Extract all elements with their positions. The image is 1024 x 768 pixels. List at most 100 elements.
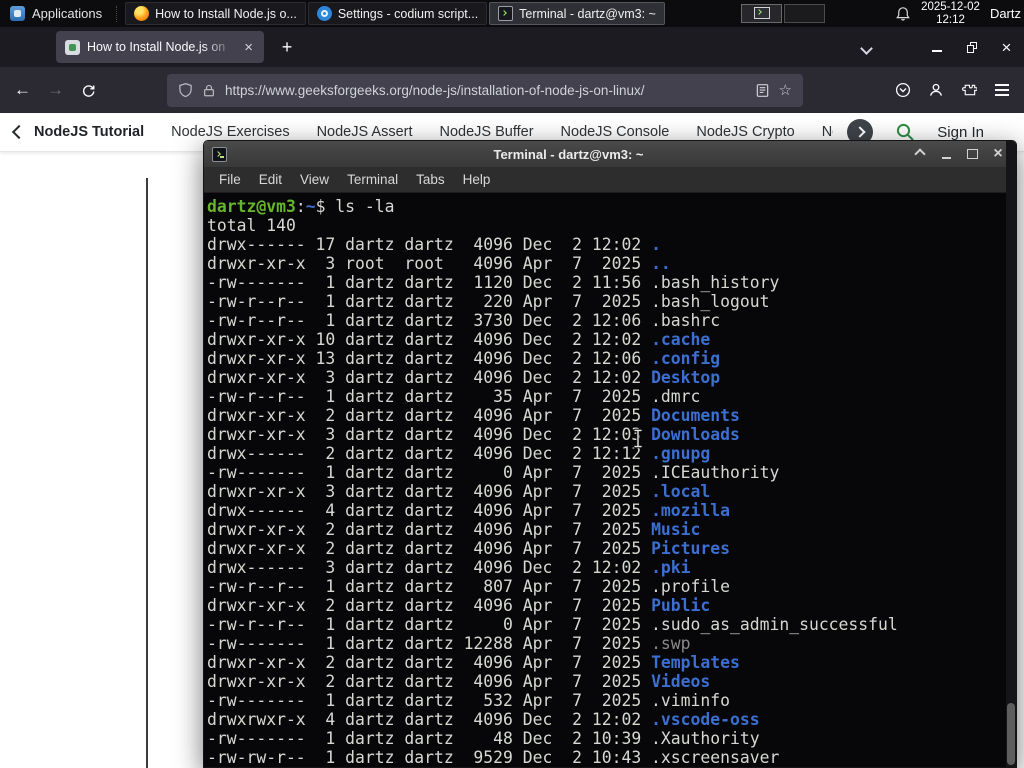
terminal-line: drwx------ 17 dartz dartz 4096 Dec 2 12:… [207, 235, 661, 254]
notification-bell-button[interactable] [891, 0, 915, 27]
terminal-line: drwxrwxr-x 4 dartz dartz 4096 Dec 2 12:0… [207, 710, 760, 729]
new-tab-button[interactable]: + [274, 34, 300, 60]
tab-title: How to Install Node.js on [87, 40, 226, 54]
terminal-close-button[interactable]: × [988, 144, 1008, 164]
settings-icon [316, 6, 332, 21]
terminal-line: drwxr-xr-x 3 root root 4096 Apr 7 2025 .… [207, 254, 671, 273]
terminal-icon [212, 146, 227, 162]
workspace-pager[interactable] [741, 4, 826, 23]
taskbar-button-terminal[interactable]: Terminal - dartz@vm3: ~ [489, 2, 665, 25]
minimize-button[interactable] [919, 27, 954, 67]
panel-user-label[interactable]: Dartz [990, 6, 1021, 21]
terminal-title-bar[interactable]: Terminal - dartz@vm3: ~ × [204, 141, 1016, 167]
reader-mode-icon[interactable] [755, 83, 770, 98]
site-nav-item[interactable]: NodeJS DNS [822, 124, 834, 140]
terminal-menu-bar: File Edit View Terminal Tabs Help [204, 167, 1016, 193]
list-all-tabs-button[interactable] [854, 39, 878, 57]
url-bar[interactable]: https://www.geeksforgeeks.org/node-js/in… [167, 73, 803, 107]
taskbar-button-label: How to Install Node.js o... [155, 6, 297, 21]
minimize-icon [941, 157, 951, 159]
terminal-line: -rw------- 1 dartz dartz 0 Apr 7 2025 .I… [207, 463, 780, 482]
site-nav-item[interactable]: NodeJS Buffer [440, 124, 534, 140]
terminal-line: drwxr-xr-x 3 dartz dartz 4096 Dec 2 12:0… [207, 425, 740, 444]
url-text[interactable]: https://www.geeksforgeeks.org/node-js/in… [225, 83, 746, 98]
clock-date: 2025-12-02 [921, 1, 980, 13]
lock-icon [204, 84, 214, 96]
terminal-output[interactable]: dartz@vm3:~$ ls -la total 140 drwx------ 1… [204, 193, 1016, 767]
site-nav-item[interactable]: NodeJS Crypto [696, 124, 794, 140]
site-nav-item[interactable]: NodeJS Tutorial [34, 124, 144, 140]
extensions-puzzle-icon [961, 84, 977, 96]
terminal-line: -rw------- 1 dartz dartz 1120 Dec 2 11:5… [207, 273, 780, 292]
terminal-menu-edit[interactable]: Edit [250, 172, 291, 187]
terminal-line: drwx------ 4 dartz dartz 4096 Apr 7 2025… [207, 501, 731, 520]
terminal-line: -rw-r--r-- 1 dartz dartz 807 Apr 7 2025 … [207, 577, 731, 596]
taskbar-button-settings[interactable]: Settings - codium script... [307, 2, 488, 25]
terminal-line: dartz@vm3:~$ ls -la [207, 197, 395, 216]
account-button[interactable] [919, 74, 952, 107]
terminal-menu-terminal[interactable]: Terminal [338, 172, 407, 187]
clock-time: 12:12 [936, 13, 965, 26]
search-icon[interactable] [895, 122, 915, 142]
sign-in-button[interactable]: Sign In [937, 124, 1010, 141]
close-button[interactable]: × [989, 27, 1024, 67]
pocket-icon [895, 82, 910, 98]
browser-tab-active[interactable]: How to Install Node.js on × [56, 31, 264, 63]
applications-label: Applications [32, 6, 103, 21]
site-nav-item[interactable]: NodeJS Exercises [171, 124, 289, 140]
terminal-menu-file[interactable]: File [210, 172, 250, 187]
text-cursor [631, 428, 645, 449]
desktop-panel: Applications How to Install Node.js o...… [0, 0, 1024, 27]
terminal-icon [498, 6, 514, 21]
restore-button[interactable] [954, 27, 989, 67]
chevron-down-icon [859, 41, 873, 55]
menu-button[interactable] [985, 74, 1018, 107]
tab-favicon [65, 39, 80, 55]
terminal-line: drwx------ 2 dartz dartz 4096 Dec 2 12:1… [207, 444, 711, 463]
terminal-menu-help[interactable]: Help [454, 172, 500, 187]
forward-button[interactable]: → [39, 74, 72, 107]
bell-icon [896, 6, 910, 21]
reload-button[interactable] [72, 74, 105, 107]
terminal-window[interactable]: Terminal - dartz@vm3: ~ × File Edit View Te… [203, 140, 1017, 768]
maximize-icon [966, 149, 978, 159]
reload-icon [83, 84, 95, 97]
shade-button[interactable] [910, 144, 930, 164]
terminal-line: drwx------ 3 dartz dartz 4096 Dec 2 12:0… [207, 558, 691, 577]
toolbar-right-icons [886, 74, 1018, 107]
site-nav-item[interactable]: NodeJS Console [561, 124, 670, 140]
shade-icon [914, 148, 926, 160]
tab-close-icon[interactable]: × [242, 39, 255, 56]
restore-icon [966, 42, 977, 53]
site-nav-item[interactable]: NodeJS Assert [317, 124, 413, 140]
terminal-menu-tabs[interactable]: Tabs [407, 172, 454, 187]
terminal-maximize-button[interactable] [962, 144, 982, 164]
terminal-line: drwxr-xr-x 2 dartz dartz 4096 Apr 7 2025… [207, 520, 701, 539]
terminal-minimize-button[interactable] [936, 144, 956, 164]
terminal-window-controls: × [910, 144, 1008, 164]
workspace-cell[interactable] [784, 4, 826, 23]
taskbar-button-label: Terminal - dartz@vm3: ~ [519, 6, 656, 21]
chevron-right-icon [854, 126, 866, 138]
terminal-scrollbar[interactable] [1006, 141, 1016, 767]
workspace-cell-active[interactable] [741, 4, 783, 23]
site-nav-scroll-left-button[interactable] [11, 124, 27, 140]
applications-menu-button[interactable]: Applications [0, 0, 112, 27]
extensions-button[interactable] [952, 74, 985, 107]
terminal-scrollbar-thumb[interactable] [1007, 703, 1015, 765]
pocket-button[interactable] [886, 74, 919, 107]
applications-icon [10, 6, 25, 21]
chevron-left-icon [11, 124, 27, 140]
terminal-line: -rw-r--r-- 1 dartz dartz 35 Apr 7 2025 .… [207, 387, 701, 406]
taskbar-button-firefox[interactable]: How to Install Node.js o... [125, 2, 306, 25]
minimize-icon [931, 49, 942, 52]
panel-clock[interactable]: 2025-12-02 12:12 [921, 1, 980, 26]
terminal-menu-view[interactable]: View [291, 172, 338, 187]
terminal-line: drwxr-xr-x 2 dartz dartz 4096 Apr 7 2025… [207, 539, 731, 558]
firefox-tab-bar: How to Install Node.js on × + × [0, 27, 1024, 67]
site-nav-items: NodeJS Tutorial NodeJS Exercises NodeJS As… [34, 124, 833, 140]
back-button[interactable]: ← [6, 74, 39, 107]
terminal-line: -rw------- 1 dartz dartz 532 Apr 7 2025 … [207, 691, 731, 710]
terminal-line: drwxr-xr-x 2 dartz dartz 4096 Apr 7 2025… [207, 406, 740, 425]
bookmark-star-icon[interactable]: ☆ [779, 81, 792, 99]
